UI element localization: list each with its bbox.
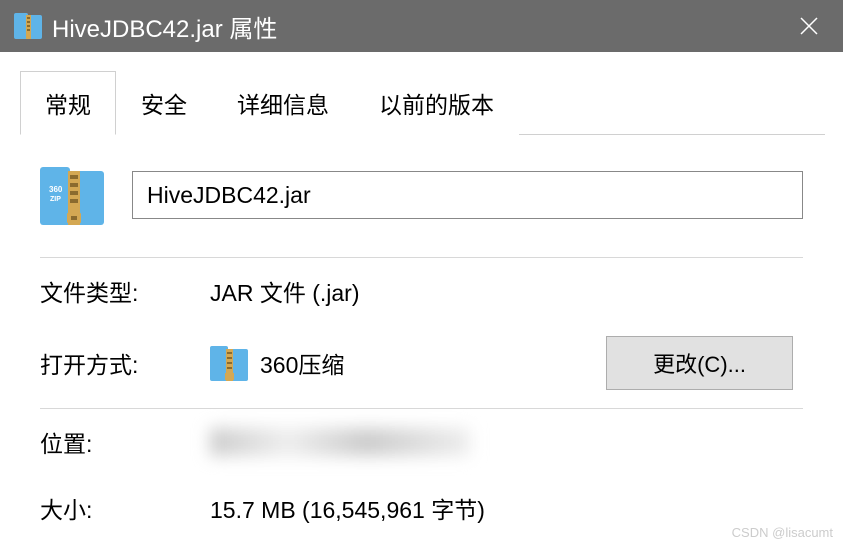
location-value	[210, 428, 470, 456]
open-with-app-name: 360压缩	[260, 346, 344, 380]
app-360zip-icon	[210, 343, 248, 383]
size-label: 大小:	[40, 491, 210, 525]
file-header: 360 ZIP	[40, 161, 803, 229]
tab-security[interactable]: 安全	[116, 71, 212, 135]
redacted-location	[210, 428, 470, 456]
tab-details[interactable]: 详细信息	[212, 71, 354, 135]
field-location: 位置:	[40, 409, 803, 475]
content-area: 常规 安全 详细信息 以前的版本 360 ZIP	[0, 52, 843, 546]
svg-text:ZIP: ZIP	[50, 196, 61, 203]
titlebar: HiveJDBC42.jar 属性	[0, 0, 843, 52]
properties-window: HiveJDBC42.jar 属性 常规 安全 详细信息 以前的版本 360	[0, 0, 843, 546]
location-label: 位置:	[40, 425, 210, 459]
zip-folder-icon-large: 360 ZIP	[40, 161, 104, 229]
open-with-value-container: 360压缩 更改(C)...	[210, 336, 803, 390]
close-icon	[800, 17, 818, 35]
svg-text:360: 360	[49, 185, 63, 194]
tab-panel-general: 360 ZIP 文件类型: JAR 文件 (.jar)	[18, 135, 825, 546]
field-open-with: 打开方式: 360压缩	[40, 324, 803, 408]
file-type-label: 文件类型:	[40, 274, 210, 308]
field-size: 大小: 15.7 MB (16,545,961 字节)	[40, 475, 803, 541]
change-button[interactable]: 更改(C)...	[606, 336, 793, 390]
watermark: CSDN @lisacumt	[732, 525, 833, 540]
open-with-label: 打开方式:	[40, 346, 210, 380]
field-file-type: 文件类型: JAR 文件 (.jar)	[40, 258, 803, 324]
close-button[interactable]	[785, 0, 833, 52]
tab-previous-versions[interactable]: 以前的版本	[354, 71, 519, 135]
filename-input[interactable]	[132, 171, 803, 219]
zip-folder-icon	[14, 11, 42, 41]
file-type-value: JAR 文件 (.jar)	[210, 274, 360, 308]
size-value: 15.7 MB (16,545,961 字节)	[210, 491, 485, 525]
tabs: 常规 安全 详细信息 以前的版本	[20, 70, 825, 135]
tab-general[interactable]: 常规	[20, 71, 116, 135]
window-title: HiveJDBC42.jar 属性	[52, 9, 785, 44]
